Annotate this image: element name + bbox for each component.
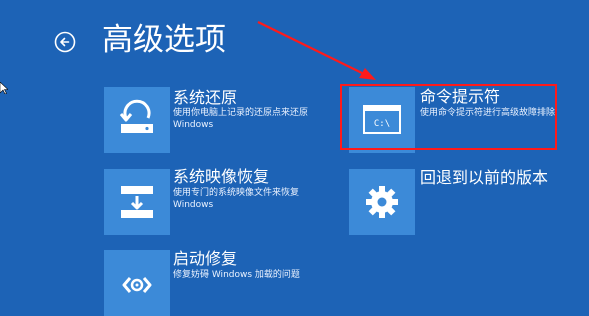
system-restore-tile[interactable]: [104, 87, 170, 153]
gear-icon: [366, 186, 398, 218]
startup-repair-title[interactable]: 启动修复: [173, 250, 237, 268]
go-back-previous-version-title[interactable]: 回退到以前的版本: [420, 169, 548, 187]
back-button[interactable]: [54, 31, 76, 53]
system-image-recovery-description: 使用专门的系统映像文件来恢复: [173, 188, 300, 198]
highlight-box: [340, 84, 557, 150]
system-image-recovery-tile[interactable]: [104, 169, 170, 235]
go-back-previous-version-tile[interactable]: [349, 169, 415, 235]
system-image-recovery-icon: [121, 186, 153, 218]
system-image-recovery-title[interactable]: 系统映像恢复: [173, 168, 269, 186]
startup-repair-icon: [122, 277, 152, 293]
page-title: 高级选项: [102, 22, 226, 58]
system-restore-description: 使用你电脑上记录的还原点来还原: [173, 108, 309, 118]
system-restore-description-line2: Windows: [173, 120, 214, 130]
annotation-arrow: [257, 21, 376, 80]
mouse-cursor: [0, 82, 8, 94]
system-restore-icon: [119, 99, 153, 133]
startup-repair-description: 修复妨碍 Windows 加载的问题: [173, 270, 300, 280]
system-image-recovery-description-line2: Windows: [173, 200, 214, 210]
startup-repair-tile[interactable]: [104, 250, 170, 316]
system-restore-title[interactable]: 系统还原: [173, 89, 237, 107]
